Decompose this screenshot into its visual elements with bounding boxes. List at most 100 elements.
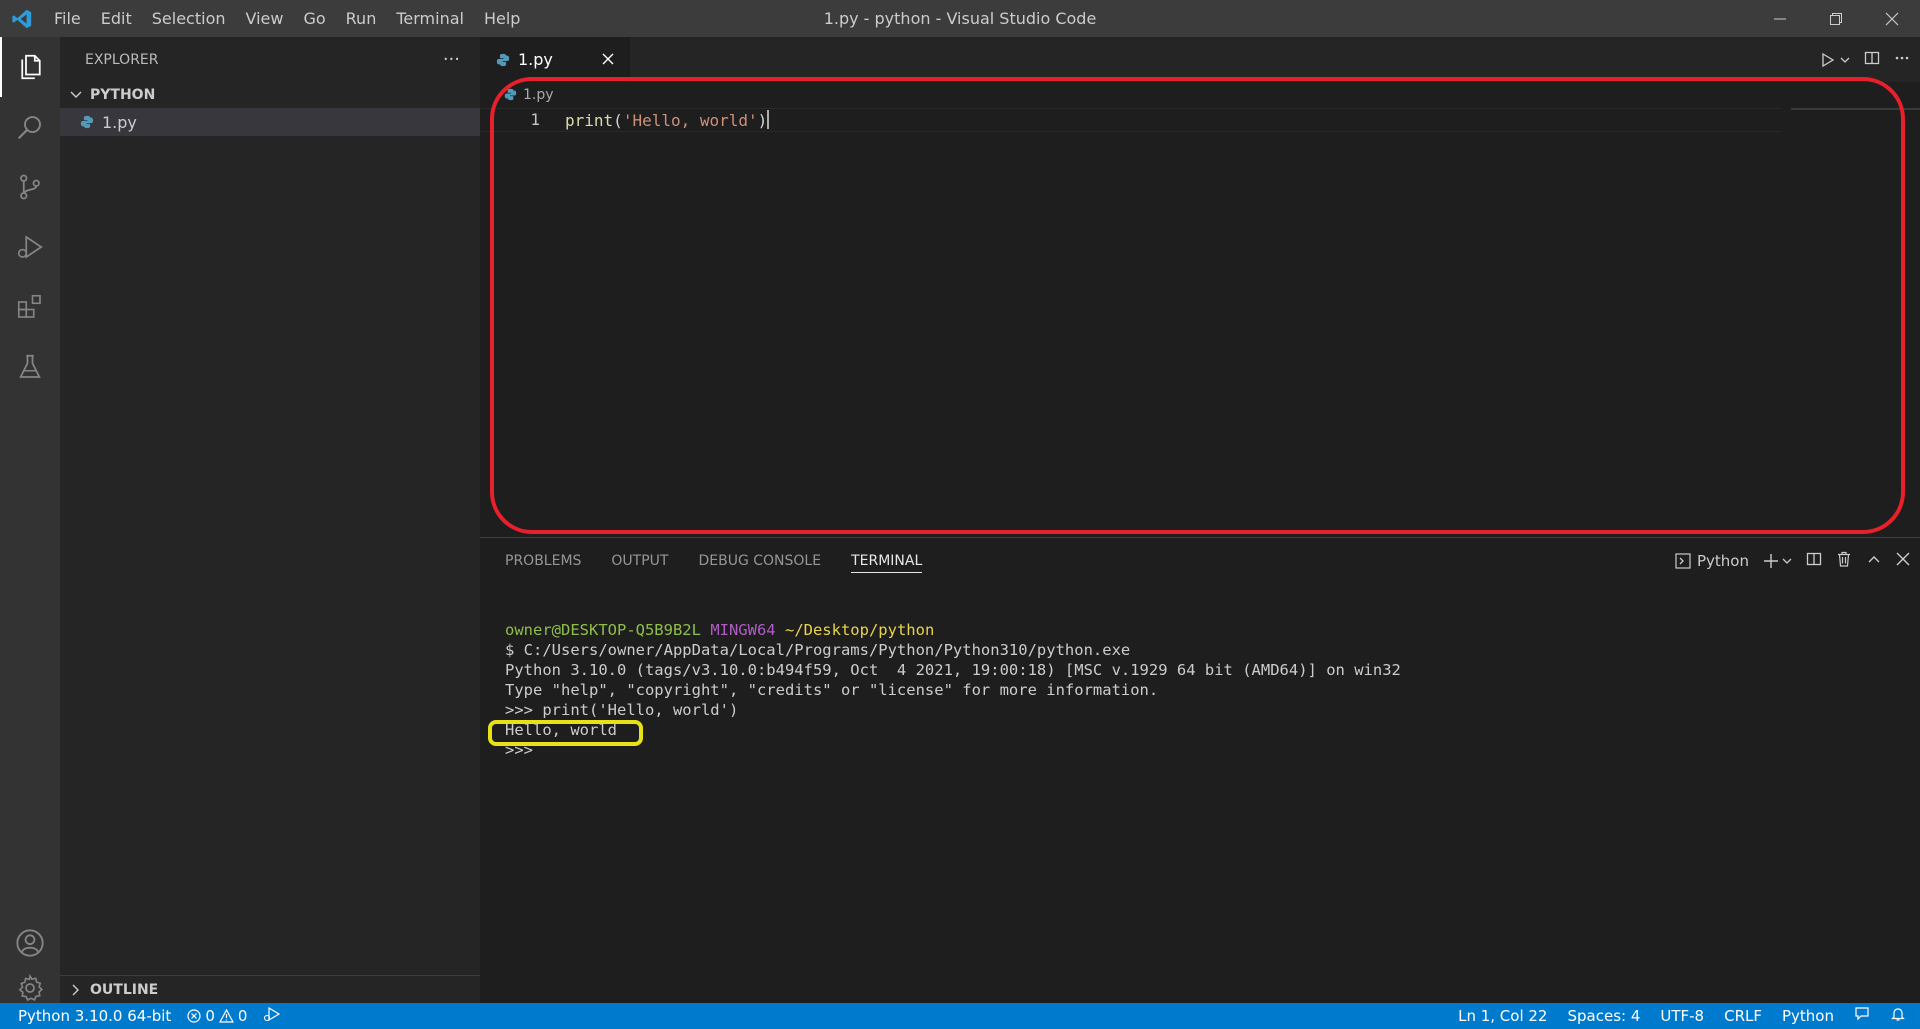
menu-go[interactable]: Go <box>293 0 335 37</box>
search-icon <box>17 116 41 140</box>
debug-status-button[interactable] <box>263 1006 281 1026</box>
manage-activity-button[interactable] <box>0 973 60 1003</box>
kill-terminal-button[interactable] <box>1836 551 1852 571</box>
menu-terminal[interactable]: Terminal <box>386 0 474 37</box>
terminal-line: >>> <box>505 741 533 759</box>
split-terminal-icon <box>1806 552 1822 566</box>
explorer-activity-button[interactable] <box>0 37 60 97</box>
feedback-button[interactable] <box>1854 1006 1870 1026</box>
restore-button[interactable] <box>1808 0 1864 37</box>
notifications-button[interactable] <box>1890 1006 1906 1026</box>
editor-tab-1py[interactable]: 1.py <box>480 37 630 82</box>
minimap[interactable] <box>1791 108 1920 110</box>
terminal-line: Python 3.10.0 (tags/v3.10.0:b494f59, Oct… <box>505 661 1401 679</box>
editor-tab-bar: 1.py <box>480 37 1920 82</box>
run-debug-icon <box>17 235 43 259</box>
plus-icon <box>1764 554 1778 568</box>
terminal-user-host: owner@DESKTOP-Q5B9B2L <box>505 621 701 639</box>
indentation-status[interactable]: Spaces: 4 <box>1567 1007 1640 1025</box>
terminal-shell: MINGW64 <box>710 621 776 639</box>
chevron-up-icon <box>1868 556 1880 563</box>
terminal-selector[interactable]: Python <box>1675 552 1749 570</box>
search-activity-button[interactable] <box>0 97 60 157</box>
bell-icon <box>1891 1008 1905 1021</box>
menu-view[interactable]: View <box>236 0 294 37</box>
editor-group: 1.py 1.py 1 print('Hello, world') <box>480 37 1920 537</box>
breadcrumb-file: 1.py <box>523 86 554 103</box>
window-controls <box>1752 0 1920 37</box>
accounts-activity-button[interactable] <box>0 913 60 973</box>
terminal-line: $ C:/Users/owner/AppData/Local/Programs/… <box>505 641 1131 659</box>
tab-problems[interactable]: PROBLEMS <box>505 538 581 584</box>
close-icon <box>1885 12 1899 25</box>
run-debug-activity-button[interactable] <box>0 217 60 277</box>
feedback-icon <box>1855 1007 1869 1021</box>
explorer-sidebar: EXPLORER ··· PYTHON 1.py OUTLINE <box>60 37 480 1003</box>
new-terminal-button[interactable] <box>1763 553 1792 569</box>
terminal-line: Type "help", "copyright", "credits" or "… <box>505 681 1159 699</box>
python-interpreter-status[interactable]: Python 3.10.0 64-bit <box>18 1007 171 1025</box>
warning-count: 0 <box>237 1007 248 1025</box>
outline-label: OUTLINE <box>90 981 159 998</box>
tab-terminal[interactable]: TERMINAL <box>851 549 923 573</box>
more-editor-actions-button[interactable] <box>1894 50 1910 70</box>
code-function: print <box>565 111 614 130</box>
terminal-name: Python <box>1697 552 1749 570</box>
folder-section-header[interactable]: PYTHON <box>60 82 480 108</box>
more-actions-button[interactable]: ··· <box>443 49 460 70</box>
debug-icon <box>264 1006 281 1022</box>
close-panel-button[interactable] <box>1896 552 1910 570</box>
tab-debug-console[interactable]: DEBUG CONSOLE <box>698 538 821 584</box>
maximize-panel-button[interactable] <box>1866 551 1882 571</box>
breadcrumb[interactable]: 1.py <box>480 82 1920 107</box>
menu-help[interactable]: Help <box>474 0 530 37</box>
menu-bar: File Edit Selection View Go Run Terminal… <box>44 0 530 37</box>
panel-actions: Python <box>1675 538 1910 584</box>
chevron-down-icon <box>1840 57 1850 63</box>
menu-selection[interactable]: Selection <box>142 0 236 37</box>
python-file-icon <box>504 88 517 101</box>
explorer-title: EXPLORER <box>85 51 159 68</box>
status-bar: Python 3.10.0 64-bit 0 0 Ln 1, Col 22 Sp… <box>0 1003 1920 1029</box>
eol-status[interactable]: CRLF <box>1724 1007 1762 1025</box>
problems-status[interactable]: 0 0 <box>187 1007 247 1025</box>
chevron-down-icon <box>1782 558 1792 564</box>
testing-activity-button[interactable] <box>0 337 60 397</box>
error-icon <box>187 1009 201 1023</box>
file-name: 1.py <box>102 112 137 132</box>
outline-section-header[interactable]: OUTLINE <box>60 975 480 1003</box>
source-control-activity-button[interactable] <box>0 157 60 217</box>
cursor-position-status[interactable]: Ln 1, Col 22 <box>1458 1007 1547 1025</box>
terminal-line: >>> print('Hello, world') <box>505 701 739 719</box>
language-mode-status[interactable]: Python <box>1782 1007 1834 1025</box>
file-item[interactable]: 1.py <box>60 108 480 136</box>
minimize-icon <box>1774 18 1786 19</box>
files-icon <box>21 54 41 80</box>
minimize-button[interactable] <box>1752 0 1808 37</box>
menu-run[interactable]: Run <box>336 0 387 37</box>
split-terminal-button[interactable] <box>1806 551 1822 571</box>
code-text[interactable]: print('Hello, world') <box>565 110 770 130</box>
gear-icon <box>18 973 44 1002</box>
terminal-prompt-line: owner@DESKTOP-Q5B9B2L MINGW64 ~/Desktop/… <box>505 620 1401 640</box>
close-tab-button[interactable] <box>598 49 618 69</box>
split-editor-icon <box>1864 51 1880 64</box>
menu-file[interactable]: File <box>44 0 91 37</box>
explorer-header: EXPLORER ··· <box>60 37 480 82</box>
status-right: Ln 1, Col 22 Spaces: 4 UTF-8 CRLF Python <box>1458 1003 1920 1029</box>
run-python-file-button[interactable] <box>1820 52 1850 68</box>
code-line[interactable]: 1 print('Hello, world') <box>480 108 1780 132</box>
close-window-button[interactable] <box>1864 0 1920 37</box>
extensions-activity-button[interactable] <box>0 277 60 337</box>
code-open-paren: ( <box>613 111 623 130</box>
chevron-down-icon <box>70 91 82 98</box>
terminal-output[interactable]: owner@DESKTOP-Q5B9B2L MINGW64 ~/Desktop/… <box>505 620 1401 760</box>
editor-actions <box>1820 37 1920 82</box>
flask-icon <box>19 354 41 378</box>
split-editor-button[interactable] <box>1864 50 1880 70</box>
menu-edit[interactable]: Edit <box>91 0 142 37</box>
encoding-status[interactable]: UTF-8 <box>1660 1007 1704 1025</box>
ellipsis-icon <box>1895 56 1909 59</box>
activity-bar <box>0 37 60 1003</box>
tab-output[interactable]: OUTPUT <box>611 538 668 584</box>
